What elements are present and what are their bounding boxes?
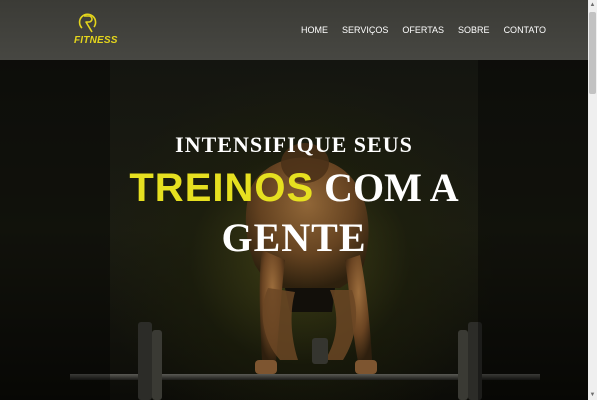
nav-contato[interactable]: CONTATO bbox=[504, 24, 547, 36]
site-header: FITNESS HOME SERVIÇOS OFERTAS SOBRE CONT… bbox=[0, 0, 588, 60]
main-nav: HOME SERVIÇOS OFERTAS SOBRE CONTATO bbox=[301, 24, 546, 36]
hero-line-3: GENTE bbox=[221, 215, 367, 260]
hero-line-2-rest: COM A bbox=[324, 165, 459, 210]
nav-sobre[interactable]: SOBRE bbox=[458, 24, 490, 36]
arrow-up-icon[interactable]: ▲ bbox=[589, 1, 596, 9]
hero-line-2: TREINOS COM A bbox=[0, 165, 588, 211]
arrow-down-icon[interactable]: ▼ bbox=[589, 391, 596, 399]
page-scrollbar[interactable]: ▲ ▼ bbox=[588, 0, 597, 400]
logo-text: FITNESS bbox=[74, 35, 118, 46]
nav-home[interactable]: HOME bbox=[301, 24, 328, 36]
hero-section: INTENSIFIQUE SEUS TREINOS COM A GENTE bbox=[0, 60, 588, 400]
hero-line-1: INTENSIFIQUE SEUS bbox=[175, 132, 413, 157]
nav-ofertas[interactable]: OFERTAS bbox=[402, 24, 444, 36]
hero-accent-word: TREINOS bbox=[129, 166, 315, 210]
scrollbar-thumb[interactable] bbox=[589, 12, 596, 94]
brand-logo[interactable]: FITNESS bbox=[72, 10, 117, 50]
fitness-logo-icon bbox=[78, 13, 97, 33]
nav-servicos[interactable]: SERVIÇOS bbox=[342, 24, 388, 36]
hero-headline: INTENSIFIQUE SEUS TREINOS COM A GENTE bbox=[0, 132, 588, 260]
